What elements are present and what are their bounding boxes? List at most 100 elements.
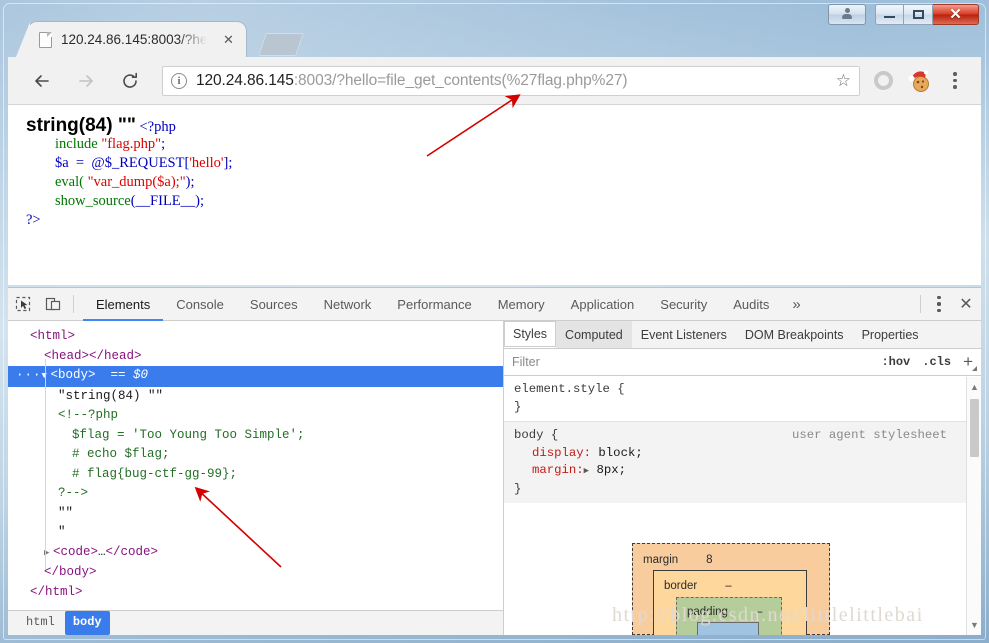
devtools-tab-sources[interactable]: Sources: [237, 288, 311, 321]
dom-node[interactable]: <html>: [8, 327, 503, 347]
padding-label: padding: [687, 606, 728, 618]
device-toolbar-button[interactable]: [38, 290, 68, 318]
devtools-close-button[interactable]: ✕: [951, 294, 981, 314]
scrollbar-thumb[interactable]: [970, 399, 979, 457]
scroll-down-arrow[interactable]: ▼: [967, 617, 981, 633]
address-bar[interactable]: i 120.24.86.145:8003/?hello=file_get_con…: [162, 65, 860, 96]
box-model-padding[interactable]: padding –: [676, 597, 782, 635]
dom-node[interactable]: <!--?php: [8, 406, 503, 426]
dom-node[interactable]: </body>: [8, 563, 503, 583]
tab-close-icon[interactable]: ✕: [221, 32, 236, 47]
php-token: <?php: [139, 119, 176, 135]
dom-node[interactable]: ?-->: [8, 484, 503, 504]
dom-breadcrumb-bar: html body: [8, 610, 503, 635]
class-toggle-button[interactable]: .cls: [922, 355, 951, 369]
new-tab-button[interactable]: [258, 33, 304, 56]
forward-arrow-icon: [79, 74, 93, 87]
css-rule-source: user agent stylesheet: [792, 428, 947, 442]
filter-input[interactable]: Filter: [512, 355, 540, 369]
devtools-tab-memory[interactable]: Memory: [485, 288, 558, 321]
styles-scrollbar[interactable]: ▲ ▼: [966, 377, 981, 635]
breadcrumb-item-html[interactable]: html: [18, 611, 63, 635]
devtools-tab-list: Elements Console Sources Network Performance…: [83, 288, 782, 321]
styles-tab-list: Styles Computed Event Listeners DOM Breakpo…: [504, 321, 981, 349]
dom-node[interactable]: "": [8, 504, 503, 524]
bookmark-star-icon[interactable]: ☆: [828, 71, 851, 91]
forward-button[interactable]: [68, 63, 104, 99]
devtools-tab-console[interactable]: Console: [163, 288, 237, 321]
css-rule[interactable]: element.style { }: [504, 376, 981, 421]
title-bar: ✕: [0, 0, 989, 25]
menu-dot: [953, 78, 957, 83]
devtools-toolbar: Elements Console Sources Network Performance…: [8, 288, 981, 321]
devtools-tab-application[interactable]: Application: [558, 288, 648, 321]
breadcrumb-item-body[interactable]: body: [64, 611, 110, 635]
box-model-border[interactable]: border – padding –: [653, 570, 807, 635]
php-token: );: [185, 174, 195, 190]
back-arrow-icon: [35, 74, 49, 87]
php-token: ;: [161, 136, 166, 152]
styles-subtab-dom-breakpoints[interactable]: DOM Breakpoints: [736, 321, 853, 348]
dom-node-selected[interactable]: ···▼<body> == $0: [8, 366, 503, 387]
devtools-tab-performance[interactable]: Performance: [384, 288, 484, 321]
padding-value[interactable]: –: [756, 606, 762, 618]
restore-icon: [912, 9, 924, 19]
php-source-line: eval( "var_dump($a);");: [26, 173, 981, 192]
browser-tab[interactable]: 120.24.86.145:8003/?he ✕: [16, 22, 246, 57]
inspect-element-button[interactable]: [8, 290, 38, 318]
box-model-content[interactable]: [697, 622, 759, 635]
devtools-body: <html><head></head>···▼<body> == $0"stri…: [8, 321, 981, 635]
tab-strip: 120.24.86.145:8003/?he ✕: [0, 20, 989, 57]
more-tabs-button[interactable]: »: [782, 296, 810, 313]
box-model-margin[interactable]: margin 8 border – padding –: [632, 543, 830, 635]
new-style-rule-button[interactable]: +: [963, 352, 977, 372]
styles-subtab-styles[interactable]: Styles: [504, 321, 557, 348]
css-property[interactable]: display:: [514, 445, 591, 463]
dom-tree: <html><head></head>···▼<body> == $0"stri…: [8, 321, 503, 602]
dump-string-header: string(84) "": [26, 115, 136, 136]
border-value[interactable]: –: [725, 580, 731, 592]
css-rule[interactable]: body { user agent stylesheet display: blo…: [504, 421, 981, 503]
dom-node[interactable]: </html>: [8, 583, 503, 603]
browser-menu-button[interactable]: [945, 69, 965, 93]
dom-node[interactable]: # flag{bug-ctf-gg-99};: [8, 465, 503, 485]
browser-toolbar: i 120.24.86.145:8003/?hello=file_get_con…: [8, 57, 981, 105]
minimize-icon: [884, 16, 895, 18]
css-selector[interactable]: body {: [514, 428, 558, 442]
toolbar-divider: [920, 295, 921, 313]
php-token: @$_REQUEST[: [87, 155, 190, 171]
css-property[interactable]: margin:: [514, 462, 584, 480]
css-value[interactable]: block;: [591, 446, 642, 460]
devtools-tab-elements[interactable]: Elements: [83, 288, 163, 321]
dom-tree-pane[interactable]: <html><head></head>···▼<body> == $0"stri…: [8, 321, 504, 635]
devtools-settings-button[interactable]: [927, 296, 951, 312]
back-button[interactable]: [24, 63, 60, 99]
scroll-up-arrow[interactable]: ▲: [967, 379, 981, 395]
css-selector[interactable]: element.style {: [514, 382, 625, 396]
santa-cookie-avatar-icon[interactable]: [907, 69, 933, 93]
styles-filter-bar: Filter :hov .cls +: [504, 349, 981, 376]
dom-node[interactable]: # echo $flag;: [8, 445, 503, 465]
margin-value[interactable]: 8: [706, 554, 712, 566]
dom-node[interactable]: "string(84) "": [8, 387, 503, 407]
php-token: 'hello': [189, 155, 224, 171]
dom-node[interactable]: ": [8, 523, 503, 543]
reload-button[interactable]: [112, 63, 148, 99]
devtools-tab-security[interactable]: Security: [647, 288, 720, 321]
browser-window: ✕ 120.24.86.145:8003/?he ✕ i 120.24.86.1…: [0, 0, 989, 643]
styles-subtab-properties[interactable]: Properties: [853, 321, 928, 348]
dom-node[interactable]: ▶ <code>…</code>: [8, 543, 503, 564]
css-value[interactable]: 8px;: [589, 463, 626, 477]
devtools-tab-audits[interactable]: Audits: [720, 288, 782, 321]
php-token: $a =: [55, 155, 88, 171]
php-token: (__FILE__);: [130, 193, 205, 209]
styles-subtab-event-listeners[interactable]: Event Listeners: [632, 321, 736, 348]
site-info-icon[interactable]: i: [171, 72, 187, 89]
dom-node[interactable]: <head></head>: [8, 347, 503, 367]
extension-circle-icon[interactable]: [874, 71, 893, 90]
devtools-tab-network[interactable]: Network: [311, 288, 385, 321]
hover-state-button[interactable]: :hov: [881, 355, 910, 369]
styles-subtab-computed[interactable]: Computed: [556, 321, 632, 348]
dom-node[interactable]: $flag = 'Too Young Too Simple';: [8, 426, 503, 446]
menu-dot: [953, 72, 957, 76]
